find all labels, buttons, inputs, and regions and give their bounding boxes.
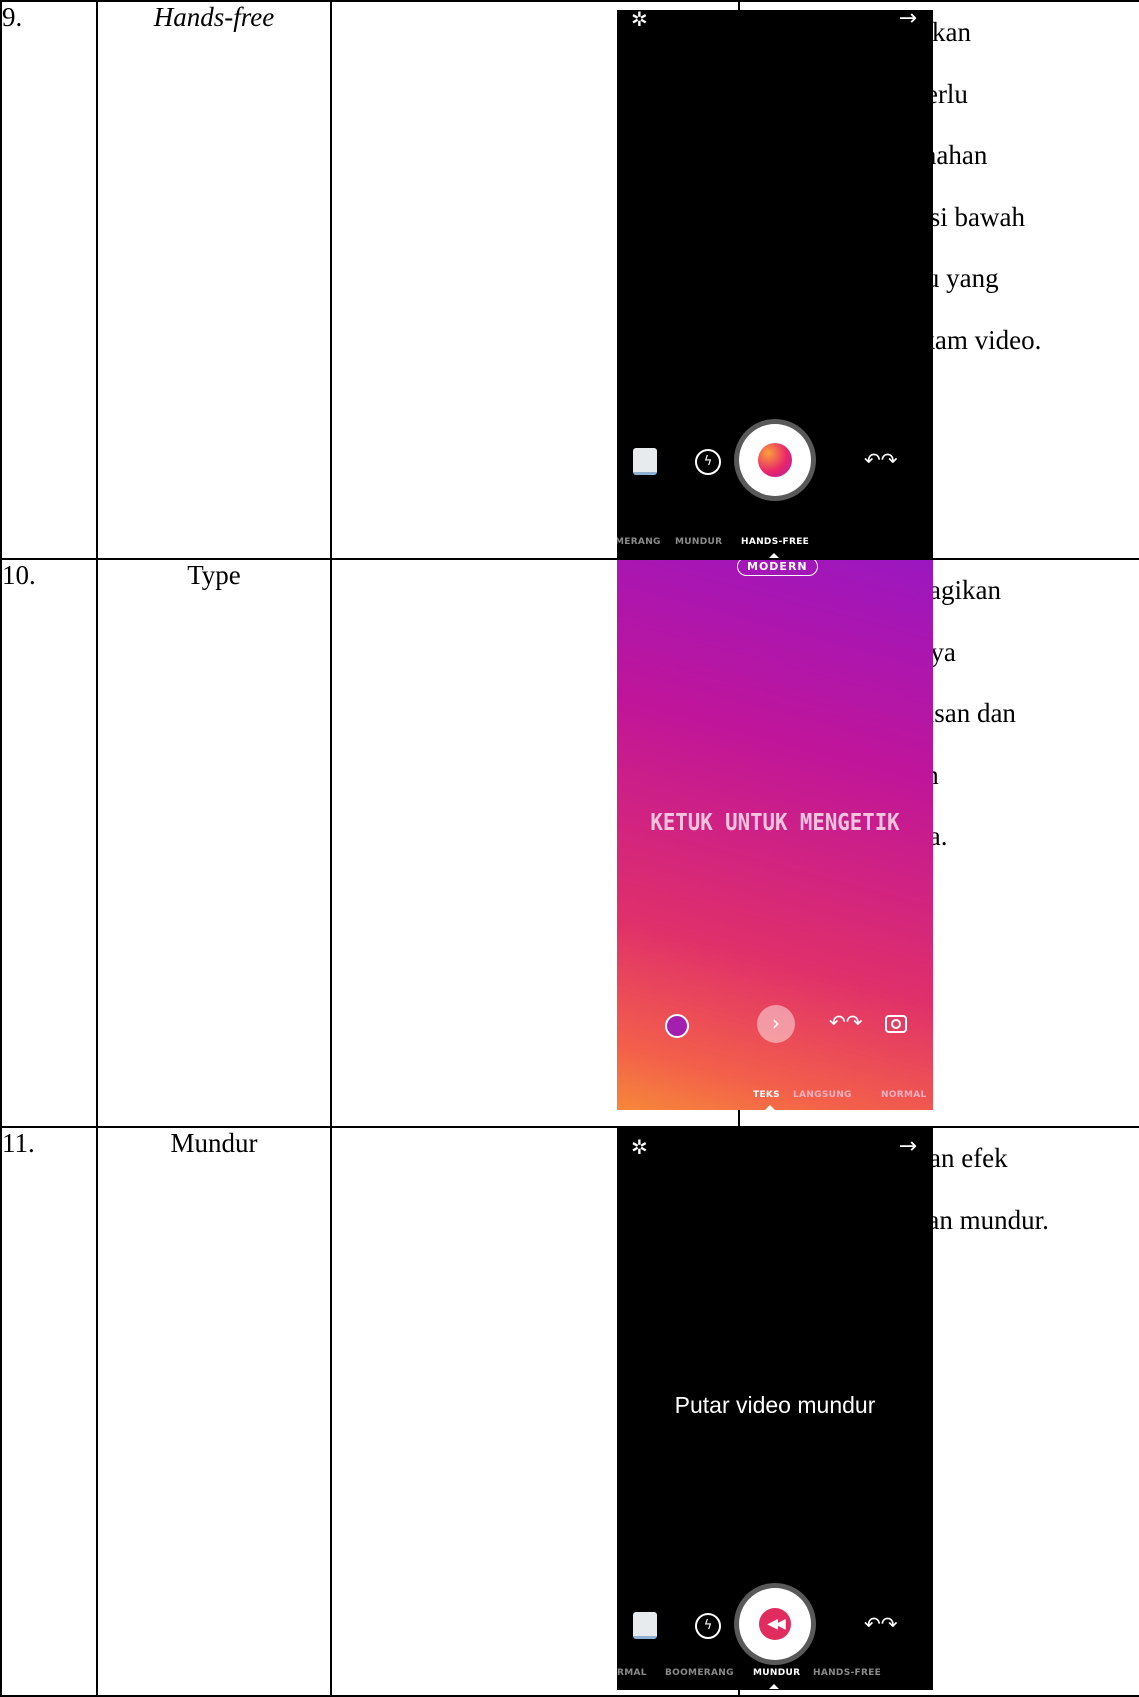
reverse-video-caption: Putar video mundur <box>674 1392 876 1418</box>
mode-boomerang[interactable]: MERANG <box>617 537 661 547</box>
rewind-icon: ◀◀ <box>759 1608 791 1640</box>
mode-selector: TEKS LANGSUNG NORMAL <box>617 1090 933 1108</box>
mode-hands-free[interactable]: HANDS-FREE <box>813 1668 881 1678</box>
arrow-right-icon[interactable]: → <box>899 1136 917 1158</box>
mundur-screenshot: ✲ → Putar video mundur ϟ ◀◀ ↶↷ RMAL BOOM… <box>617 1128 933 1690</box>
gallery-icon[interactable] <box>633 448 657 475</box>
mode-boomerang[interactable]: BOOMERANG <box>665 1668 734 1678</box>
mode-mundur[interactable]: MUNDUR <box>753 1668 800 1678</box>
screenshot-cell: MODERN KETUK UNTUK MENGETIK › ↶↷ TEKS LA… <box>330 558 933 1128</box>
mode-normal[interactable]: NORMAL <box>881 1090 927 1100</box>
record-dot-icon <box>758 443 792 477</box>
gallery-icon[interactable] <box>633 1612 657 1639</box>
mode-normal[interactable]: RMAL <box>617 1668 647 1678</box>
arrow-right-icon[interactable]: → <box>899 10 917 30</box>
color-picker-icon[interactable] <box>665 1014 689 1038</box>
table-row: 9. Hands-free ✲ → ϟ ↶↷ MERANG MUNDUR HAN… <box>0 0 1139 560</box>
camera-icon[interactable] <box>885 1015 907 1033</box>
row-number: 9. <box>0 0 98 560</box>
row-number: 10. <box>0 558 98 1128</box>
row-number: 11. <box>0 1126 98 1697</box>
shutter-button[interactable]: ◀◀ <box>739 1588 811 1660</box>
feature-table: 9. Hands-free ✲ → ϟ ↶↷ MERANG MUNDUR HAN… <box>0 0 1139 1697</box>
camera-controls: ϟ ↶↷ <box>617 418 933 498</box>
next-button[interactable]: › <box>757 1005 795 1043</box>
feature-name: Mundur <box>96 1126 332 1697</box>
gear-icon[interactable]: ✲ <box>631 10 648 30</box>
feature-name: Type <box>96 558 332 1128</box>
feature-name: Hands-free <box>96 0 332 560</box>
tap-to-type-prompt[interactable]: KETUK UNTUK MENGETIK <box>633 810 917 836</box>
active-mode-caret <box>769 1684 779 1689</box>
camera-controls: ϟ ◀◀ ↶↷ <box>617 1582 933 1662</box>
screenshot-cell: ✲ → ϟ ↶↷ MERANG MUNDUR HANDS-FREE <box>330 0 933 560</box>
mode-mundur[interactable]: MUNDUR <box>675 537 722 547</box>
shutter-button[interactable] <box>739 424 811 496</box>
table-row: 10. Type MODERN KETUK UNTUK MENGETIK › ↶… <box>0 558 1139 1128</box>
table-row: 11. Mundur ✲ → Putar video mundur ϟ ◀◀ ↶… <box>0 1126 1139 1697</box>
flash-icon[interactable]: ϟ <box>695 1613 721 1639</box>
screenshot-cell: ✲ → Putar video mundur ϟ ◀◀ ↶↷ RMAL BOOM… <box>330 1126 933 1697</box>
switch-camera-icon[interactable]: ↶↷ <box>864 1612 898 1636</box>
type-screenshot: MODERN KETUK UNTUK MENGETIK › ↶↷ TEKS LA… <box>617 560 933 1110</box>
text-style-pill[interactable]: MODERN <box>737 560 818 576</box>
switch-camera-icon[interactable]: ↶↷ <box>829 1010 863 1034</box>
hands-free-screenshot: ✲ → ϟ ↶↷ MERANG MUNDUR HANDS-FREE <box>617 10 933 558</box>
mode-teks[interactable]: TEKS <box>753 1090 780 1100</box>
switch-camera-icon[interactable]: ↶↷ <box>864 448 898 472</box>
gear-icon[interactable]: ✲ <box>631 1136 648 1158</box>
active-mode-caret <box>769 553 779 558</box>
mode-hands-free[interactable]: HANDS-FREE <box>741 537 809 547</box>
flash-icon[interactable]: ϟ <box>695 449 721 475</box>
mode-langsung[interactable]: LANGSUNG <box>793 1090 852 1100</box>
active-mode-caret <box>765 1105 775 1110</box>
